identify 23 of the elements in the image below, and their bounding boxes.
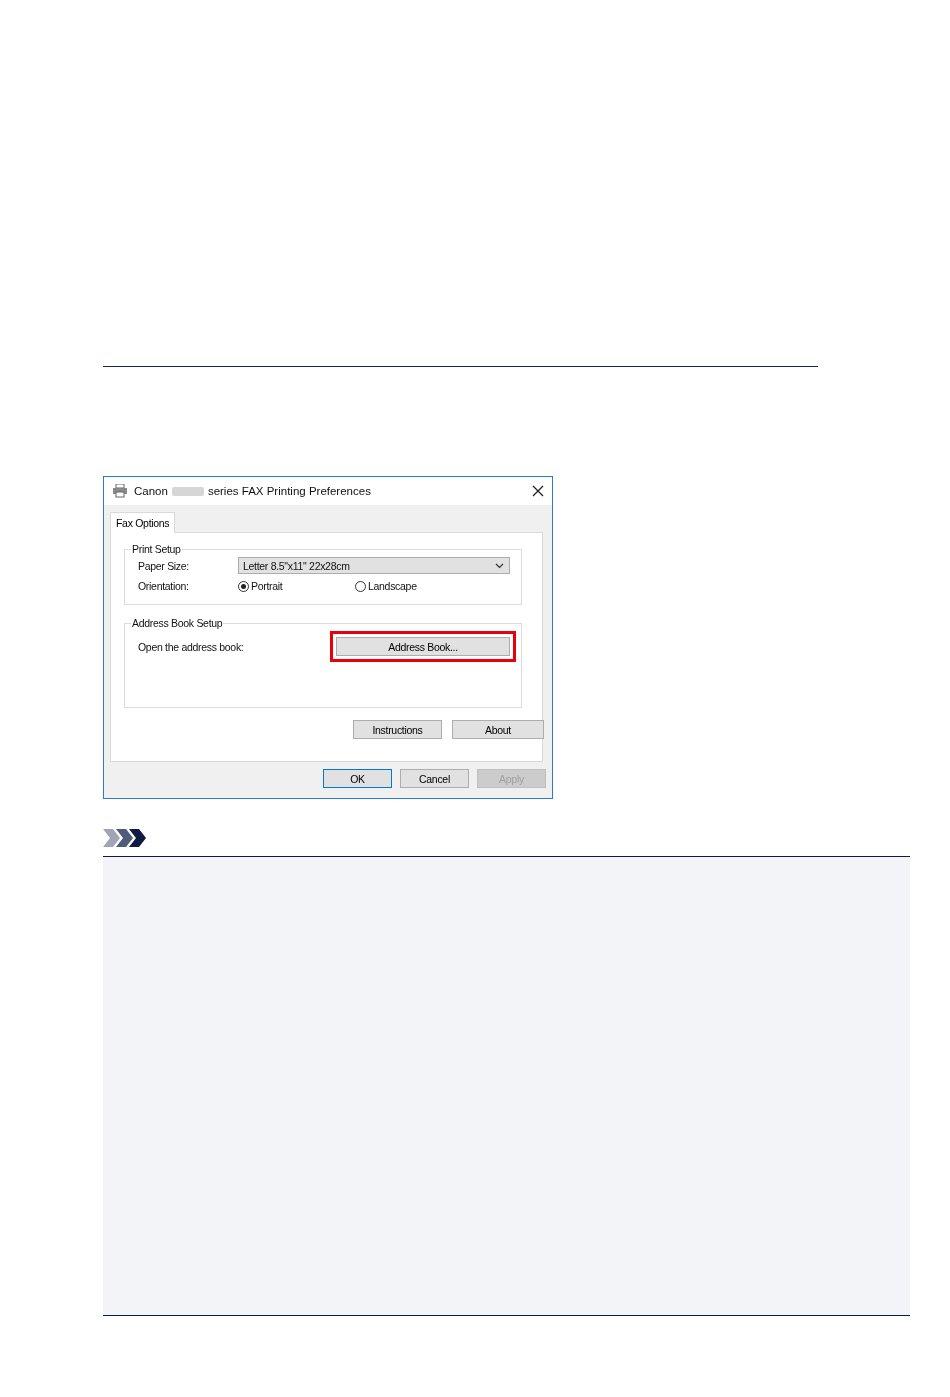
radio-label: Portrait: [251, 580, 283, 592]
radio-option[interactable]: Portrait: [238, 580, 355, 592]
field-label: Paper Size:: [138, 559, 190, 572]
tab[interactable]: Fax Options: [110, 512, 176, 533]
chevrons-icon: [103, 829, 149, 847]
dialog-button[interactable]: Cancel: [400, 769, 469, 788]
group-title: Print Setup: [131, 543, 182, 555]
window-title: Canon: [134, 485, 168, 497]
dialog-button[interactable]: OK: [323, 769, 392, 788]
address-book-button[interactable]: Address Book...: [336, 637, 510, 656]
window-title: series FAX Printing Preferences: [207, 485, 371, 497]
panel-button[interactable]: Instructions: [353, 720, 442, 739]
panel-button[interactable]: About: [452, 720, 544, 739]
printer-icon: [112, 484, 128, 498]
redaction-mark: [171, 486, 204, 496]
field-label: Open the address book:: [138, 640, 245, 653]
chevron-down-icon: [495, 562, 504, 569]
radio-option[interactable]: Landscape: [355, 580, 417, 592]
paper-size-dropdown[interactable]: Letter 8.5"x11" 22x28cm: [238, 557, 510, 574]
group-title: Address Book Setup: [131, 617, 224, 629]
field-label: Orientation:: [138, 580, 190, 592]
radio-label: Landscape: [368, 580, 417, 592]
close-icon[interactable]: [532, 485, 544, 497]
